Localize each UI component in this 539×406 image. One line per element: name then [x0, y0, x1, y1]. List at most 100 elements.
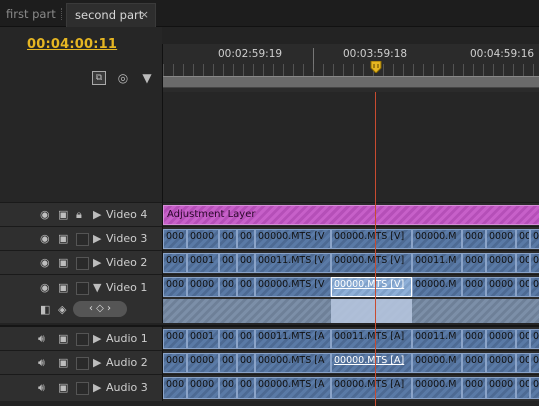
- eye-icon[interactable]: ◉: [40, 208, 50, 222]
- clip[interactable]: 00011.M: [412, 253, 462, 273]
- clip[interactable]: 00: [237, 377, 255, 399]
- clip[interactable]: 00: [530, 277, 539, 297]
- clip[interactable]: 0001: [187, 329, 219, 349]
- clip[interactable]: 000: [462, 329, 486, 349]
- tab-second-part[interactable]: second part ×: [66, 3, 156, 27]
- clip[interactable]: 0001: [187, 253, 219, 273]
- lock-toggle[interactable]: [76, 233, 89, 246]
- clip[interactable]: 0000: [187, 277, 219, 297]
- track-lane-video1[interactable]: 000 0000 00 00 00000.MTS [V 00000.MTS [V…: [162, 274, 539, 323]
- clip[interactable]: 000: [163, 377, 187, 399]
- video-track-empty-area[interactable]: [162, 92, 539, 202]
- clip[interactable]: 00: [516, 329, 530, 349]
- adjustment-layer-clip[interactable]: Adjustment Layer: [163, 205, 539, 225]
- track-lane-audio3[interactable]: 000 0000 00 00 00000.MTS [A 00000.MTS [A…: [162, 374, 539, 401]
- clip[interactable]: 000: [163, 229, 187, 249]
- playhead-line[interactable]: [375, 92, 376, 406]
- clip[interactable]: 00: [530, 353, 539, 373]
- expand-icon[interactable]: ▶: [93, 256, 101, 270]
- eye-icon[interactable]: ◉: [40, 232, 50, 246]
- clip[interactable]: 000: [163, 253, 187, 273]
- lock-toggle[interactable]: [76, 282, 89, 295]
- clip[interactable]: 00: [516, 229, 530, 249]
- clip[interactable]: 00: [237, 277, 255, 297]
- clip[interactable]: 00: [219, 377, 237, 399]
- lock-toggle[interactable]: [76, 257, 89, 270]
- expand-icon[interactable]: ▶: [93, 208, 101, 222]
- clip[interactable]: 00000.M: [412, 353, 462, 373]
- expand-icon[interactable]: ▶: [93, 381, 101, 395]
- clip[interactable]: 000: [462, 277, 486, 297]
- work-area-bar[interactable]: [163, 76, 539, 88]
- clip[interactable]: 00: [237, 353, 255, 373]
- clip[interactable]: 00: [219, 329, 237, 349]
- clip[interactable]: 0000: [187, 377, 219, 399]
- clip[interactable]: 00000.MTS [V: [255, 229, 331, 249]
- tab-first-part[interactable]: first part: [0, 3, 64, 26]
- lock-icon[interactable]: 🔒︎: [76, 208, 82, 222]
- clip[interactable]: 00: [219, 229, 237, 249]
- lock-toggle[interactable]: [76, 357, 89, 370]
- clip[interactable]: 00: [530, 329, 539, 349]
- clip[interactable]: 0000: [486, 353, 516, 373]
- sync-lock-icon[interactable]: ▣: [58, 381, 68, 395]
- clip[interactable]: 00000.MTS [A]: [331, 377, 412, 399]
- clip[interactable]: 00: [219, 277, 237, 297]
- clip[interactable]: 000: [462, 377, 486, 399]
- clip[interactable]: 000: [163, 353, 187, 373]
- clip[interactable]: 000: [163, 329, 187, 349]
- clip[interactable]: 00000.MTS [V: [255, 277, 331, 297]
- clip[interactable]: 00: [219, 253, 237, 273]
- clip[interactable]: 0000: [486, 229, 516, 249]
- sync-lock-icon[interactable]: ▣: [58, 232, 68, 246]
- clip[interactable]: 000: [163, 277, 187, 297]
- clip[interactable]: 00: [516, 377, 530, 399]
- eye-icon[interactable]: ◉: [40, 281, 50, 295]
- clip[interactable]: 0000: [187, 229, 219, 249]
- clip[interactable]: 00000.MTS [A]: [331, 353, 412, 373]
- clip[interactable]: 00: [516, 253, 530, 273]
- expand-icon[interactable]: ▶: [93, 332, 101, 346]
- collapse-icon[interactable]: ▼: [93, 281, 101, 295]
- clip[interactable]: 0000: [486, 377, 516, 399]
- clip[interactable]: 00: [530, 253, 539, 273]
- clip[interactable]: 00000.M: [412, 229, 462, 249]
- clip[interactable]: 00: [219, 353, 237, 373]
- keyframe-nav[interactable]: ‹ ◇ ›: [73, 301, 127, 317]
- clip[interactable]: 000: [462, 353, 486, 373]
- track-lane-audio2[interactable]: 000 0000 00 00 00000.MTS [A 00000.MTS [A…: [162, 350, 539, 375]
- expand-icon[interactable]: ▶: [93, 356, 101, 370]
- track-lane-audio1[interactable]: 000 0001 00 00 00011.MTS [A 00011.MTS [A…: [162, 325, 539, 351]
- clip[interactable]: 00011.MTS [V: [255, 253, 331, 273]
- clip[interactable]: 0000: [187, 353, 219, 373]
- sync-lock-icon[interactable]: ▣: [58, 356, 68, 370]
- clip[interactable]: 00: [530, 377, 539, 399]
- clip[interactable]: 00: [237, 229, 255, 249]
- track-lane-video2[interactable]: 000 0001 00 00 00011.MTS [V 00000.MTS [V…: [162, 250, 539, 275]
- track-header-video1[interactable]: ◉ ▣ ▼ Video 1 ◧ ◈ ‹ ◇ ›: [0, 274, 162, 323]
- clip[interactable]: 00000.M: [412, 277, 462, 297]
- track-lane-video4[interactable]: Adjustment Layer: [162, 202, 539, 227]
- speaker-icon[interactable]: 🔊︎: [38, 381, 45, 395]
- clip[interactable]: 0000: [486, 277, 516, 297]
- keyframe-icon[interactable]: ◈: [58, 303, 66, 317]
- lock-toggle[interactable]: [76, 333, 89, 346]
- clip[interactable]: 00011.MTS [A]: [331, 329, 412, 349]
- eye-icon[interactable]: ◉: [40, 256, 50, 270]
- clip[interactable]: 00000.MTS [V]: [331, 253, 412, 273]
- clip[interactable]: 000: [462, 253, 486, 273]
- clip[interactable]: 00011.MTS [A: [255, 329, 331, 349]
- clip[interactable]: 0000: [486, 329, 516, 349]
- clip[interactable]: 00: [516, 353, 530, 373]
- sync-lock-icon[interactable]: ▣: [58, 281, 68, 295]
- sync-lock-icon[interactable]: ▣: [58, 208, 68, 222]
- track-lane-video3[interactable]: 000 0000 00 00 00000.MTS [V 00000.MTS [V…: [162, 226, 539, 251]
- marker-icon[interactable]: ◎: [116, 71, 130, 85]
- clip[interactable]: 00: [237, 253, 255, 273]
- clip[interactable]: 00000.MTS [V]: [331, 229, 412, 249]
- clip[interactable]: 00000.MTS [A: [255, 353, 331, 373]
- clip[interactable]: 00: [530, 229, 539, 249]
- clip[interactable]: 00011.M: [412, 329, 462, 349]
- lock-toggle[interactable]: [76, 382, 89, 395]
- clip[interactable]: 000: [462, 229, 486, 249]
